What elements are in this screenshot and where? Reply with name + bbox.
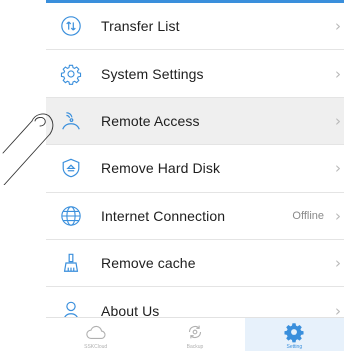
menu-item-label: Transfer List bbox=[101, 18, 180, 35]
transfer-icon bbox=[59, 14, 83, 38]
left-margin bbox=[0, 0, 46, 351]
bottom-tab-bar: SSKCloud Backup Setting bbox=[46, 317, 344, 351]
tab-label: Setting bbox=[286, 344, 303, 350]
cloud-icon bbox=[85, 325, 106, 339]
chevron-right-icon: › bbox=[335, 206, 341, 225]
menu-item-remove-hard-disk[interactable]: Remove Hard Disk › bbox=[46, 145, 344, 193]
menu-item-transfer-list[interactable]: Transfer List › bbox=[46, 3, 344, 51]
tab-sskcloud[interactable]: SSKCloud bbox=[46, 318, 145, 351]
tab-label: Backup bbox=[186, 344, 204, 350]
broom-icon bbox=[59, 251, 83, 275]
menu-item-internet-connection[interactable]: Internet Connection Offline › bbox=[46, 192, 344, 240]
connection-status: Offline bbox=[292, 209, 324, 222]
menu-item-label: Remove cache bbox=[101, 255, 196, 272]
menu-item-remove-cache[interactable]: Remove cache › bbox=[46, 239, 344, 288]
menu-item-system-settings[interactable]: System Settings › bbox=[46, 50, 344, 98]
tab-setting[interactable]: Setting bbox=[244, 318, 344, 351]
menu-item-label: Remote Access bbox=[101, 112, 200, 129]
tab-label: SSKCloud bbox=[84, 344, 108, 350]
gear-icon bbox=[284, 323, 304, 343]
menu-item-label: Remove Hard Disk bbox=[101, 160, 221, 177]
chevron-right-icon: › bbox=[335, 254, 341, 273]
remote-access-icon bbox=[59, 109, 83, 133]
settings-gear-icon bbox=[59, 62, 83, 86]
menu-item-label: System Settings bbox=[101, 65, 204, 82]
chevron-right-icon: › bbox=[335, 159, 341, 178]
settings-menu: Transfer List › System Settings › Remote… bbox=[46, 3, 344, 335]
chevron-right-icon: › bbox=[335, 17, 341, 36]
chevron-right-icon: › bbox=[335, 64, 341, 83]
backup-icon bbox=[188, 325, 202, 339]
chevron-right-icon: › bbox=[335, 111, 341, 130]
tab-backup[interactable]: Backup bbox=[145, 318, 244, 351]
globe-icon bbox=[59, 204, 83, 228]
eject-shield-icon bbox=[59, 156, 83, 180]
menu-item-remote-access[interactable]: Remote Access › bbox=[46, 97, 344, 146]
menu-item-label: Internet Connection bbox=[101, 207, 226, 224]
